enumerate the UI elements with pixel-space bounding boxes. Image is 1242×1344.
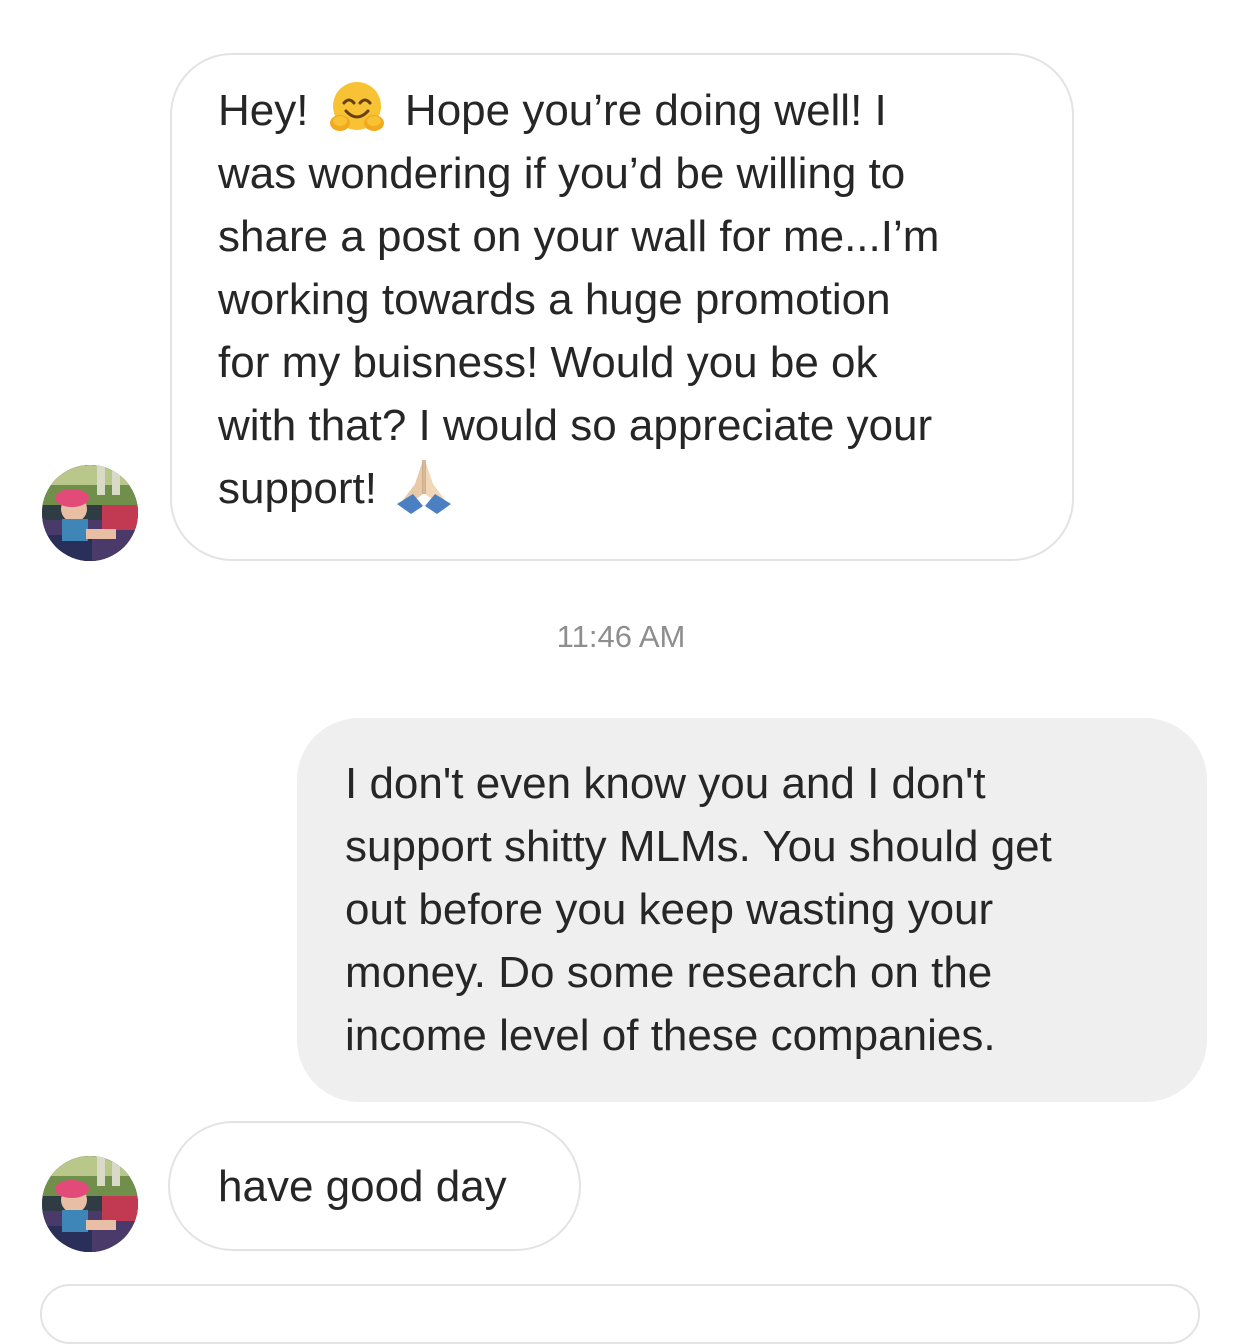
outgoing-message-bubble[interactable]: I don't even know you and I don't suppor… (297, 718, 1207, 1102)
message-timestamp: 11:46 AM (556, 619, 686, 654)
next-message-bubble[interactable] (40, 1284, 1200, 1344)
message-text: I don't even know you and I don't suppor… (345, 759, 1052, 1060)
folded-hands-emoji-icon (393, 454, 455, 516)
message-text: Hey! Hope you’re doing well! I was wonde… (218, 79, 1032, 520)
incoming-message-bubble[interactable]: have good day (168, 1121, 581, 1251)
message-text-part: Hope you’re doing well! I was wondering … (218, 86, 940, 513)
hugging-face-emoji-icon (327, 79, 387, 139)
message-text-part: Hey! (218, 86, 321, 135)
profile-photo-avatar-icon (42, 1156, 138, 1252)
sender-avatar[interactable] (42, 1156, 138, 1252)
message-thread: Hey! Hope you’re doing well! I was wonde… (0, 0, 1242, 1344)
message-text: have good day (218, 1162, 507, 1211)
profile-photo-avatar-icon (42, 465, 138, 561)
incoming-message-bubble[interactable]: Hey! Hope you’re doing well! I was wonde… (170, 53, 1074, 561)
sender-avatar[interactable] (42, 465, 138, 561)
